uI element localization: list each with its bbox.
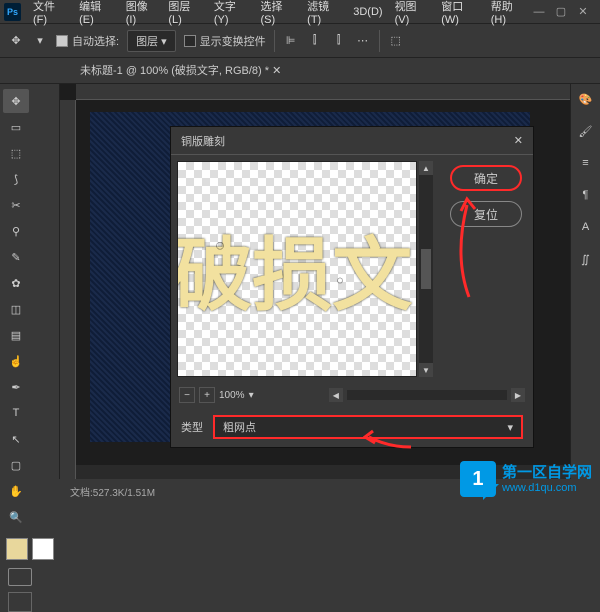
auto-select-checkbox[interactable] [56,35,68,47]
zoom-level: 100% [219,390,245,401]
menu-3d[interactable]: 3D(D) [347,6,388,18]
quickmask-icon[interactable] [8,568,32,586]
chevron-down-icon[interactable]: ▾ [249,390,254,401]
panel-icon-2[interactable]: ≡ [577,154,595,172]
align-right-icon[interactable]: ⫿ [331,33,347,49]
auto-select-dropdown[interactable]: 图层 ▾ [127,30,176,52]
preview-text: 破损文 [177,211,412,327]
panel-icon-3[interactable]: ¶ [577,186,595,204]
scroll-right-icon[interactable]: ▶ [511,388,525,402]
auto-select-label: 自动选择: [72,33,119,49]
tool-eraser[interactable]: ◫ [3,297,29,321]
tool-artboard[interactable]: ▭ [3,115,29,139]
tool-hand[interactable]: ✋ [3,479,29,503]
dropdown-icon[interactable]: ▾ [32,33,48,49]
menu-filter[interactable]: 滤镜(T) [301,0,347,26]
app-logo: Ps [4,3,21,21]
scroll-down-icon[interactable]: ▼ [419,363,433,377]
tool-marquee[interactable]: ⬚ [3,141,29,165]
toolbox: ✥▭⬚⟆✂⚲✎✿◫▤☝✒T↖▢✋🔍 [0,84,60,479]
annotation-arrow [449,197,479,297]
document-tab[interactable]: 未标题-1 @ 100% (破损文字, RGB/8) * ✕ [70,58,291,83]
separator [379,30,380,52]
tool-eyedropper[interactable]: ⚲ [3,219,29,243]
panel-icon-1[interactable]: 🖌 [577,122,595,140]
tool-smudge[interactable]: ☝ [3,349,29,373]
right-panel-dock: 🎨 🖌 ≡ ¶ A ∬ [570,84,600,479]
ok-button[interactable]: 确定 [450,165,522,191]
menu-layer[interactable]: 图层(L) [162,0,208,26]
tool-path[interactable]: ↖ [3,427,29,451]
close-icon[interactable]: ✕ [576,5,590,19]
align-center-icon[interactable]: ⫿ [307,33,323,49]
menu-help[interactable]: 帮助(H) [485,0,532,26]
3d-mode-icon[interactable]: ⬚ [388,33,404,49]
scroll-thumb[interactable] [421,249,431,289]
tool-type[interactable]: T [3,401,29,425]
align-left-icon[interactable]: ⊫ [283,33,299,49]
tool-pen[interactable]: ✒ [3,375,29,399]
watermark: 1 第一区自学网 www.d1qu.com [460,461,592,497]
preview-scrollbar-h[interactable] [347,390,507,400]
document-tab-bar: 未标题-1 @ 100% (破损文字, RGB/8) * ✕ [0,58,600,84]
minimize-icon[interactable]: — [532,5,546,19]
zoom-out-button[interactable]: − [179,387,195,403]
annotation-arrow [363,429,413,449]
screenmode-icon[interactable] [8,592,32,612]
tool-gradient[interactable]: ▤ [3,323,29,347]
watermark-url: www.d1qu.com [502,482,592,494]
menu-type[interactable]: 文字(Y) [208,0,255,26]
type-label: 类型 [181,419,203,435]
maximize-icon[interactable]: ▢ [554,5,568,19]
menu-view[interactable]: 视图(V) [389,0,436,26]
menu-edit[interactable]: 编辑(E) [73,0,120,26]
show-transform-checkbox[interactable] [184,35,196,47]
tool-zoom[interactable]: 🔍 [3,505,29,529]
move-tool-icon: ✥ [8,33,24,49]
background-swatch[interactable] [32,538,54,560]
status-bar: 文档:527.3K/1.51M [60,479,165,503]
preview-scrollbar-v[interactable]: ▲ ▼ [419,161,433,377]
zoom-in-button[interactable]: + [199,387,215,403]
separator [274,30,275,52]
dialog-close-icon[interactable]: ✕ [514,134,523,147]
menu-image[interactable]: 图像(I) [120,0,163,26]
tool-move[interactable]: ✥ [3,89,29,113]
show-transform-label: 显示变换控件 [200,33,266,49]
tool-clone[interactable]: ✿ [3,271,29,295]
watermark-badge: 1 [460,461,496,497]
dialog-title: 铜版雕刻 [181,133,225,149]
mezzotint-dialog: 铜版雕刻 ✕ 破损文 ▲ ▼ 确定 复位 − + 100% ▾ ◀ ▶ 类型 [170,126,534,448]
watermark-text: 第一区自学网 [502,464,592,482]
options-bar: ✥ ▾ 自动选择: 图层 ▾ 显示变换控件 ⊫ ⫿ ⫿ ⋯ ⬚ [0,24,600,58]
menu-window[interactable]: 窗口(W) [435,0,485,26]
ruler-vertical [60,100,76,479]
scroll-up-icon[interactable]: ▲ [419,161,433,175]
distribute-icon[interactable]: ⋯ [355,33,371,49]
tool-shape[interactable]: ▢ [3,453,29,477]
filter-preview[interactable]: 破损文 [177,161,417,377]
scroll-left-icon[interactable]: ◀ [329,388,343,402]
tool-brush[interactable]: ✎ [3,245,29,269]
chevron-down-icon: ▾ [507,421,513,434]
panel-icon-4[interactable]: A [577,218,595,236]
tool-crop[interactable]: ✂ [3,193,29,217]
panel-icon-5[interactable]: ∬ [577,250,595,268]
menu-file[interactable]: 文件(F) [27,0,73,26]
ruler-horizontal [76,84,570,100]
foreground-swatch[interactable] [6,538,28,560]
menu-bar: Ps 文件(F) 编辑(E) 图像(I) 图层(L) 文字(Y) 选择(S) 滤… [0,0,600,24]
menu-select[interactable]: 选择(S) [255,0,302,26]
tool-lasso[interactable]: ⟆ [3,167,29,191]
panel-icon-0[interactable]: 🎨 [577,90,595,108]
